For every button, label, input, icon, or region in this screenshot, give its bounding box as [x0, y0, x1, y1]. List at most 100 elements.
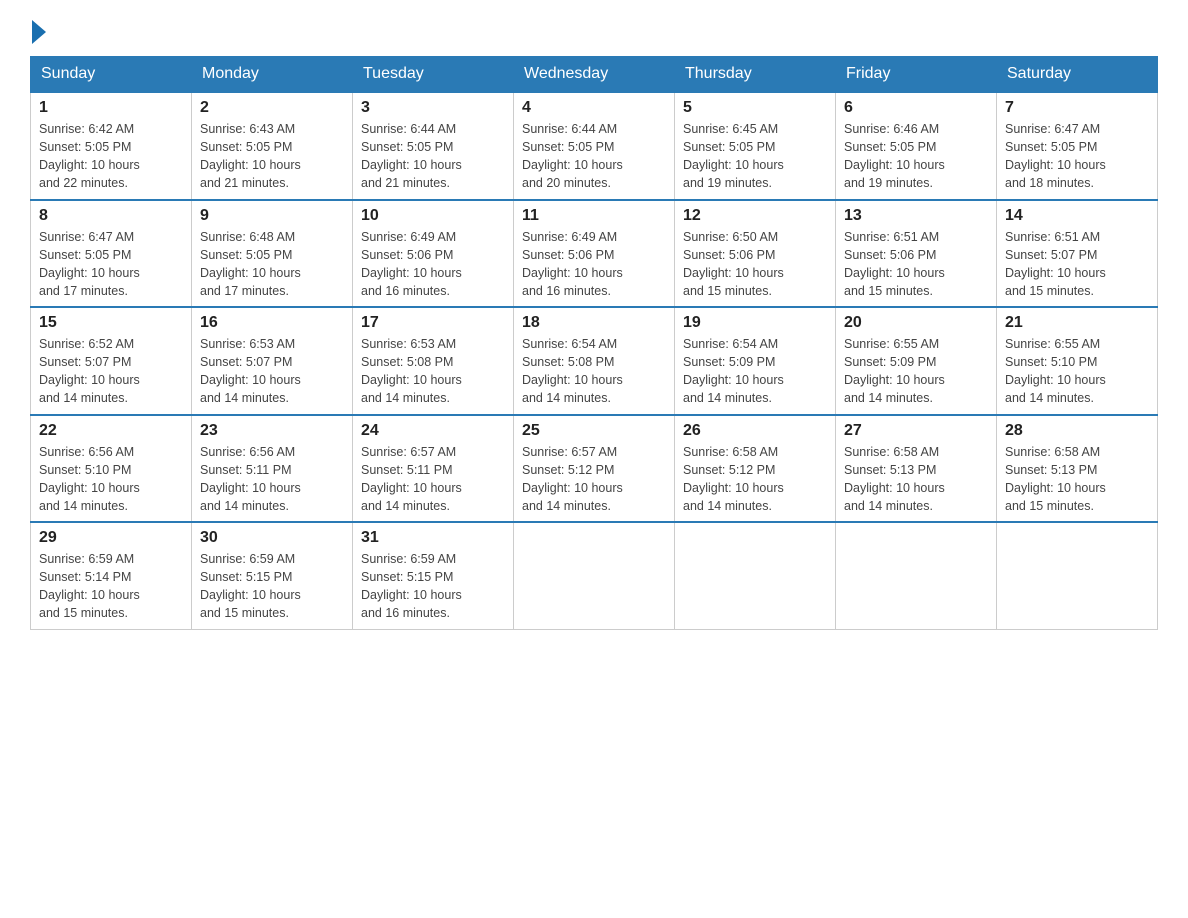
- header-friday: Friday: [836, 57, 997, 93]
- calendar-table: SundayMondayTuesdayWednesdayThursdayFrid…: [30, 56, 1158, 630]
- day-info: Sunrise: 6:47 AM Sunset: 5:05 PM Dayligh…: [1005, 120, 1149, 193]
- day-number: 8: [39, 207, 183, 225]
- day-number: 16: [200, 314, 344, 332]
- day-info: Sunrise: 6:47 AM Sunset: 5:05 PM Dayligh…: [39, 228, 183, 301]
- day-info: Sunrise: 6:58 AM Sunset: 5:13 PM Dayligh…: [844, 443, 988, 516]
- logo: [30, 20, 48, 40]
- day-info: Sunrise: 6:49 AM Sunset: 5:06 PM Dayligh…: [522, 228, 666, 301]
- day-number: 31: [361, 529, 505, 547]
- day-number: 21: [1005, 314, 1149, 332]
- day-info: Sunrise: 6:45 AM Sunset: 5:05 PM Dayligh…: [683, 120, 827, 193]
- calendar-cell: 31 Sunrise: 6:59 AM Sunset: 5:15 PM Dayl…: [353, 522, 514, 629]
- day-number: 27: [844, 422, 988, 440]
- calendar-cell: 1 Sunrise: 6:42 AM Sunset: 5:05 PM Dayli…: [31, 92, 192, 200]
- day-number: 14: [1005, 207, 1149, 225]
- calendar-cell: 16 Sunrise: 6:53 AM Sunset: 5:07 PM Dayl…: [192, 307, 353, 415]
- day-info: Sunrise: 6:54 AM Sunset: 5:08 PM Dayligh…: [522, 335, 666, 408]
- day-number: 6: [844, 99, 988, 117]
- calendar-cell: 15 Sunrise: 6:52 AM Sunset: 5:07 PM Dayl…: [31, 307, 192, 415]
- day-number: 25: [522, 422, 666, 440]
- day-info: Sunrise: 6:42 AM Sunset: 5:05 PM Dayligh…: [39, 120, 183, 193]
- day-number: 22: [39, 422, 183, 440]
- calendar-cell: 28 Sunrise: 6:58 AM Sunset: 5:13 PM Dayl…: [997, 415, 1158, 523]
- calendar-cell: 2 Sunrise: 6:43 AM Sunset: 5:05 PM Dayli…: [192, 92, 353, 200]
- calendar-cell: [514, 522, 675, 629]
- day-info: Sunrise: 6:44 AM Sunset: 5:05 PM Dayligh…: [361, 120, 505, 193]
- day-number: 12: [683, 207, 827, 225]
- day-info: Sunrise: 6:51 AM Sunset: 5:06 PM Dayligh…: [844, 228, 988, 301]
- calendar-cell: [836, 522, 997, 629]
- calendar-cell: 23 Sunrise: 6:56 AM Sunset: 5:11 PM Dayl…: [192, 415, 353, 523]
- day-number: 3: [361, 99, 505, 117]
- calendar-cell: 30 Sunrise: 6:59 AM Sunset: 5:15 PM Dayl…: [192, 522, 353, 629]
- calendar-cell: [675, 522, 836, 629]
- calendar-cell: 18 Sunrise: 6:54 AM Sunset: 5:08 PM Dayl…: [514, 307, 675, 415]
- day-number: 13: [844, 207, 988, 225]
- day-number: 18: [522, 314, 666, 332]
- day-info: Sunrise: 6:55 AM Sunset: 5:10 PM Dayligh…: [1005, 335, 1149, 408]
- calendar-cell: 17 Sunrise: 6:53 AM Sunset: 5:08 PM Dayl…: [353, 307, 514, 415]
- day-number: 28: [1005, 422, 1149, 440]
- calendar-cell: [997, 522, 1158, 629]
- day-number: 4: [522, 99, 666, 117]
- page-header: [30, 20, 1158, 40]
- logo-arrow-icon: [32, 20, 46, 44]
- day-number: 30: [200, 529, 344, 547]
- calendar-cell: 10 Sunrise: 6:49 AM Sunset: 5:06 PM Dayl…: [353, 200, 514, 308]
- calendar-cell: 26 Sunrise: 6:58 AM Sunset: 5:12 PM Dayl…: [675, 415, 836, 523]
- calendar-cell: 22 Sunrise: 6:56 AM Sunset: 5:10 PM Dayl…: [31, 415, 192, 523]
- calendar-cell: 8 Sunrise: 6:47 AM Sunset: 5:05 PM Dayli…: [31, 200, 192, 308]
- calendar-cell: 7 Sunrise: 6:47 AM Sunset: 5:05 PM Dayli…: [997, 92, 1158, 200]
- day-number: 9: [200, 207, 344, 225]
- day-number: 19: [683, 314, 827, 332]
- calendar-cell: 14 Sunrise: 6:51 AM Sunset: 5:07 PM Dayl…: [997, 200, 1158, 308]
- day-info: Sunrise: 6:59 AM Sunset: 5:14 PM Dayligh…: [39, 550, 183, 623]
- day-info: Sunrise: 6:56 AM Sunset: 5:10 PM Dayligh…: [39, 443, 183, 516]
- calendar-cell: 3 Sunrise: 6:44 AM Sunset: 5:05 PM Dayli…: [353, 92, 514, 200]
- calendar-cell: 20 Sunrise: 6:55 AM Sunset: 5:09 PM Dayl…: [836, 307, 997, 415]
- header-sunday: Sunday: [31, 57, 192, 93]
- day-number: 7: [1005, 99, 1149, 117]
- day-info: Sunrise: 6:59 AM Sunset: 5:15 PM Dayligh…: [200, 550, 344, 623]
- calendar-cell: 12 Sunrise: 6:50 AM Sunset: 5:06 PM Dayl…: [675, 200, 836, 308]
- day-number: 29: [39, 529, 183, 547]
- header-monday: Monday: [192, 57, 353, 93]
- day-number: 10: [361, 207, 505, 225]
- day-number: 23: [200, 422, 344, 440]
- calendar-cell: 5 Sunrise: 6:45 AM Sunset: 5:05 PM Dayli…: [675, 92, 836, 200]
- calendar-header-row: SundayMondayTuesdayWednesdayThursdayFrid…: [31, 57, 1158, 93]
- day-info: Sunrise: 6:43 AM Sunset: 5:05 PM Dayligh…: [200, 120, 344, 193]
- calendar-cell: 11 Sunrise: 6:49 AM Sunset: 5:06 PM Dayl…: [514, 200, 675, 308]
- day-info: Sunrise: 6:59 AM Sunset: 5:15 PM Dayligh…: [361, 550, 505, 623]
- day-info: Sunrise: 6:46 AM Sunset: 5:05 PM Dayligh…: [844, 120, 988, 193]
- calendar-week-row: 1 Sunrise: 6:42 AM Sunset: 5:05 PM Dayli…: [31, 92, 1158, 200]
- day-info: Sunrise: 6:57 AM Sunset: 5:11 PM Dayligh…: [361, 443, 505, 516]
- day-info: Sunrise: 6:53 AM Sunset: 5:08 PM Dayligh…: [361, 335, 505, 408]
- day-number: 11: [522, 207, 666, 225]
- day-info: Sunrise: 6:58 AM Sunset: 5:13 PM Dayligh…: [1005, 443, 1149, 516]
- day-number: 20: [844, 314, 988, 332]
- calendar-cell: 29 Sunrise: 6:59 AM Sunset: 5:14 PM Dayl…: [31, 522, 192, 629]
- day-info: Sunrise: 6:54 AM Sunset: 5:09 PM Dayligh…: [683, 335, 827, 408]
- day-number: 26: [683, 422, 827, 440]
- calendar-cell: 4 Sunrise: 6:44 AM Sunset: 5:05 PM Dayli…: [514, 92, 675, 200]
- day-number: 1: [39, 99, 183, 117]
- header-wednesday: Wednesday: [514, 57, 675, 93]
- day-info: Sunrise: 6:58 AM Sunset: 5:12 PM Dayligh…: [683, 443, 827, 516]
- calendar-cell: 19 Sunrise: 6:54 AM Sunset: 5:09 PM Dayl…: [675, 307, 836, 415]
- calendar-cell: 13 Sunrise: 6:51 AM Sunset: 5:06 PM Dayl…: [836, 200, 997, 308]
- calendar-cell: 24 Sunrise: 6:57 AM Sunset: 5:11 PM Dayl…: [353, 415, 514, 523]
- day-info: Sunrise: 6:52 AM Sunset: 5:07 PM Dayligh…: [39, 335, 183, 408]
- day-info: Sunrise: 6:53 AM Sunset: 5:07 PM Dayligh…: [200, 335, 344, 408]
- header-thursday: Thursday: [675, 57, 836, 93]
- calendar-week-row: 22 Sunrise: 6:56 AM Sunset: 5:10 PM Dayl…: [31, 415, 1158, 523]
- calendar-cell: 9 Sunrise: 6:48 AM Sunset: 5:05 PM Dayli…: [192, 200, 353, 308]
- day-number: 5: [683, 99, 827, 117]
- day-info: Sunrise: 6:48 AM Sunset: 5:05 PM Dayligh…: [200, 228, 344, 301]
- day-info: Sunrise: 6:49 AM Sunset: 5:06 PM Dayligh…: [361, 228, 505, 301]
- day-info: Sunrise: 6:50 AM Sunset: 5:06 PM Dayligh…: [683, 228, 827, 301]
- day-info: Sunrise: 6:44 AM Sunset: 5:05 PM Dayligh…: [522, 120, 666, 193]
- day-info: Sunrise: 6:57 AM Sunset: 5:12 PM Dayligh…: [522, 443, 666, 516]
- day-info: Sunrise: 6:51 AM Sunset: 5:07 PM Dayligh…: [1005, 228, 1149, 301]
- calendar-cell: 27 Sunrise: 6:58 AM Sunset: 5:13 PM Dayl…: [836, 415, 997, 523]
